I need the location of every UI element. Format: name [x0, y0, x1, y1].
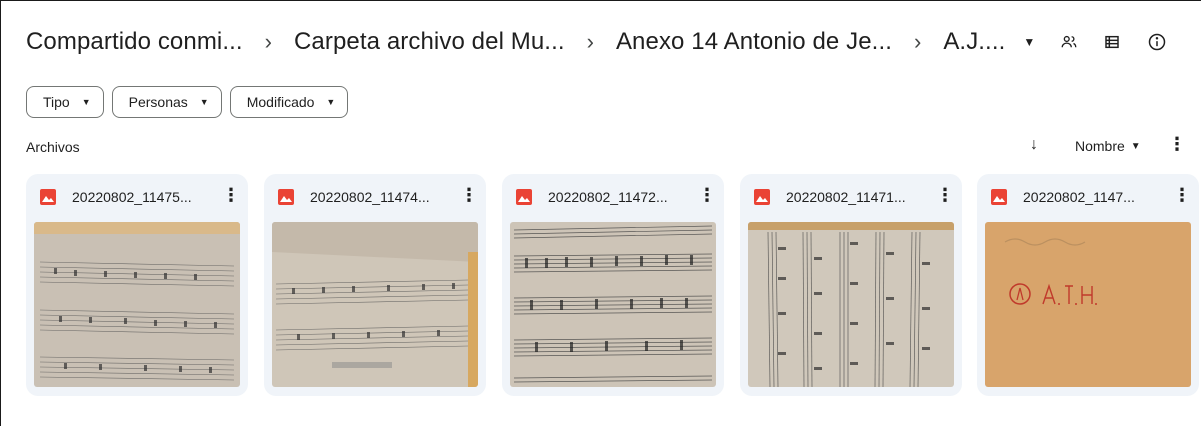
file-name: 20220802_11471...: [786, 189, 906, 205]
breadcrumb-item-shared[interactable]: Compartido conmi...: [26, 28, 243, 56]
breadcrumb: Compartido conmi... › Carpeta archivo de…: [26, 22, 1035, 62]
chevron-down-icon: ▼: [81, 97, 91, 107]
chevron-down-icon: ▼: [1130, 140, 1141, 152]
file-thumbnail: [985, 222, 1191, 387]
image-file-icon: [754, 189, 770, 205]
file-card[interactable]: 20220802_1147... ⋮: [977, 174, 1199, 396]
section-title: Archivos: [26, 139, 80, 155]
file-more-options-icon[interactable]: ⋮: [936, 185, 954, 206]
file-more-options-icon[interactable]: ⋮: [1173, 185, 1191, 206]
file-thumbnail: [510, 222, 716, 387]
file-thumbnail: [34, 222, 240, 387]
image-file-icon: [516, 189, 532, 205]
more-options-icon[interactable]: ⋮: [1168, 134, 1186, 155]
breadcrumb-item-folder-archive[interactable]: Carpeta archivo del Mu...: [294, 28, 565, 56]
folder-menu-caret-icon[interactable]: ▼: [1023, 35, 1035, 49]
filter-type-label: Tipo: [43, 94, 70, 110]
file-card[interactable]: 20220802_11475... ⋮: [26, 174, 248, 396]
file-name: 20220802_11474...: [310, 189, 430, 205]
filter-chips: Tipo ▼ Personas ▼ Modificado ▼: [26, 86, 349, 118]
filter-type-chip[interactable]: Tipo ▼: [26, 86, 104, 118]
file-thumbnail: [748, 222, 954, 387]
image-file-icon: [278, 189, 294, 205]
file-card[interactable]: 20220802_11474... ⋮: [264, 174, 486, 396]
breadcrumb-separator: ›: [264, 29, 272, 54]
breadcrumb-item-current[interactable]: A.J....: [943, 28, 1005, 56]
breadcrumb-separator: ›: [913, 29, 922, 54]
filter-modified-chip[interactable]: Modificado ▼: [229, 86, 349, 118]
file-name: 20220802_11472...: [548, 189, 668, 205]
file-card[interactable]: 20220802_11472... ⋮: [502, 174, 724, 396]
file-more-options-icon[interactable]: ⋮: [460, 185, 478, 206]
breadcrumb-item-annex[interactable]: Anexo 14 Antonio de Je...: [616, 28, 892, 56]
chevron-down-icon: ▼: [326, 97, 336, 107]
file-name: 20220802_11475...: [72, 189, 192, 205]
breadcrumb-separator: ›: [586, 29, 594, 54]
file-thumbnail: [272, 222, 478, 387]
filter-people-label: Personas: [128, 94, 188, 110]
sort-direction-arrow-icon[interactable]: ↓: [1030, 136, 1038, 154]
chevron-down-icon: ▼: [199, 97, 209, 107]
list-view-icon[interactable]: [1100, 30, 1124, 54]
image-file-icon: [40, 189, 56, 205]
manage-access-icon[interactable]: [1057, 30, 1081, 54]
file-card[interactable]: 20220802_11471... ⋮: [740, 174, 962, 396]
image-file-icon: [991, 189, 1007, 205]
filter-modified-label: Modificado: [246, 94, 315, 110]
file-more-options-icon[interactable]: ⋮: [698, 185, 716, 206]
details-info-icon[interactable]: [1145, 30, 1169, 54]
file-name: 20220802_1147...: [1023, 189, 1135, 205]
filter-people-chip[interactable]: Personas ▼: [111, 86, 222, 118]
sort-by-label: Nombre: [1075, 138, 1125, 154]
file-more-options-icon[interactable]: ⋮: [222, 185, 240, 206]
sort-by-button[interactable]: Nombre ▼: [1075, 138, 1141, 154]
